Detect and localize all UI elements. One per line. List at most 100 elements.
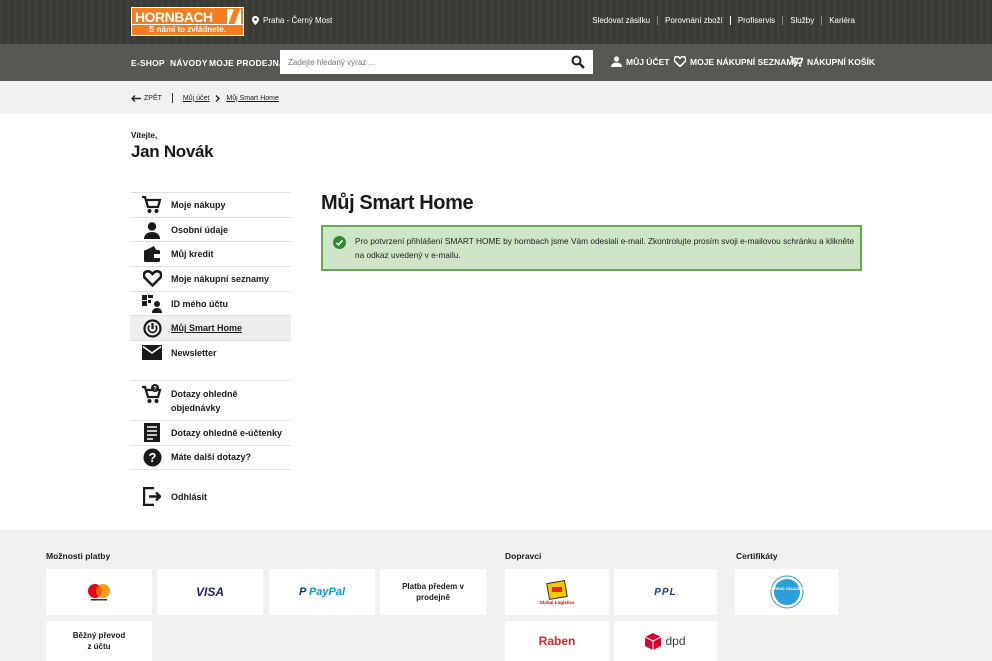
- services-link[interactable]: Služby: [782, 16, 821, 25]
- back-label: ZPĚT: [144, 94, 162, 102]
- top-bar: HORNBACH S námi to zvládnete. Praha - Če…: [0, 0, 992, 44]
- sidebar-item-label: Osobní údaje: [171, 224, 229, 235]
- account-sidebar: Moje nákupy Osobní údaje Můj kredit Moje…: [130, 192, 291, 509]
- gls-package-icon: [546, 579, 568, 600]
- sidebar-item-label: Můj kredit: [171, 249, 214, 260]
- payment-heading: Možnosti platby: [46, 551, 111, 561]
- paypal-logo: P PayPal: [298, 586, 346, 598]
- breadcrumb-item-account[interactable]: Můj účet: [183, 95, 209, 102]
- cart-label: NÁKUPNÍ KOŠÍK: [807, 56, 876, 67]
- verified-badge-icon: [770, 575, 803, 609]
- power-icon: [142, 319, 162, 338]
- nav-bar: E-SHOP NÁVODY MOJE PRODEJNA MŮJ ÚČET MOJ…: [0, 44, 992, 81]
- search-icon[interactable]: [571, 55, 585, 69]
- svg-text:?: ?: [153, 386, 157, 392]
- page-title: Můj Smart Home: [321, 192, 474, 214]
- logout-label: Odhlásit: [171, 491, 208, 502]
- sidebar-item-personal-data[interactable]: Osobní údaje: [130, 216, 291, 242]
- location-pin-icon: [252, 16, 259, 25]
- raben-logo: Raben: [538, 634, 576, 648]
- breadcrumb-divider: [171, 93, 173, 103]
- cart-link[interactable]: NÁKUPNÍ KOŠÍK: [790, 56, 875, 67]
- welcome-greeting: Vítejte,: [131, 131, 158, 140]
- store-selector[interactable]: Praha - Černý Most: [252, 16, 332, 25]
- dpd-logo: dpd: [665, 634, 686, 648]
- sidebar-item-label: Máte další dotazy?: [171, 452, 252, 463]
- sidebar-item-shopping-lists[interactable]: Moje nákupní seznamy: [130, 266, 291, 291]
- nav-my-store[interactable]: MOJE PRODEJNA: [209, 58, 285, 68]
- shopping-lists-label: MOJE NÁKUPNÍ SEZNAMY: [690, 56, 800, 67]
- svg-text:?: ?: [148, 450, 156, 465]
- sidebar-item-label: ID mého účtu: [171, 298, 229, 309]
- career-link[interactable]: Kariéra: [821, 16, 862, 25]
- transfer-text: Běžný převod z účtu: [72, 631, 126, 651]
- carrier-dpd: dpd: [614, 621, 717, 661]
- sidebar-divider: [130, 469, 291, 484]
- question-icon: ?: [142, 448, 162, 467]
- search-input[interactable]: [280, 50, 550, 74]
- user-name: Jan Novák: [131, 142, 214, 161]
- compare-link[interactable]: Porovnání zboží: [657, 16, 730, 25]
- sidebar-item-credit[interactable]: Můj kredit: [130, 241, 291, 266]
- cart-question-icon: ?: [142, 383, 162, 403]
- receipt-icon: [142, 423, 162, 443]
- sidebar-item-label: Moje nákupní seznamy: [171, 273, 270, 284]
- logo-slogan: S námi to zvládnete.: [132, 24, 243, 35]
- heart-icon: [674, 56, 686, 67]
- gls-text: Global Logistics: [539, 599, 575, 605]
- search-box: [280, 50, 593, 74]
- payment-visa: VISA: [157, 569, 263, 615]
- sidebar-item-smart-home[interactable]: Můj Smart Home: [130, 315, 291, 341]
- nav-guides[interactable]: NÁVODY: [170, 58, 208, 68]
- certificate-text: OVĚŘENO ZÁKAZNÍKY: [766, 587, 807, 591]
- logout-icon: [142, 487, 162, 507]
- sidebar-item-label: Newsletter: [171, 347, 217, 358]
- cart-icon: [142, 195, 162, 214]
- breadcrumb-bar: ZPĚT Můj účet Můj Smart Home: [0, 81, 992, 114]
- account-link[interactable]: MŮJ ÚČET: [611, 56, 669, 67]
- track-shipment-link[interactable]: Sledovat zásilku: [585, 16, 657, 25]
- certificate-verified-customers: OVĚŘENO ZÁKAZNÍKY: [735, 569, 838, 615]
- prepay-text: Platba předem v prodejně: [402, 582, 464, 602]
- certificates-heading: Certifikáty: [736, 551, 778, 561]
- payment-paypal: P PayPal: [269, 569, 375, 615]
- breadcrumb: ZPĚT Můj účet Můj Smart Home: [131, 93, 279, 103]
- payment-prepay: Platba předem v prodejně: [380, 569, 486, 615]
- carrier-ppl: PPL: [614, 569, 717, 615]
- account-label: MŮJ ÚČET: [626, 56, 670, 67]
- sidebar-item-label: Můj Smart Home: [171, 323, 243, 334]
- back-link[interactable]: ZPĚT: [131, 95, 162, 102]
- logo-text: HORNBACH: [135, 9, 213, 25]
- sidebar-item-newsletter[interactable]: Newsletter: [130, 340, 291, 365]
- profiservis-link[interactable]: Profiservis: [729, 16, 782, 25]
- logout-button[interactable]: Odhlásit: [130, 484, 291, 509]
- visa-logo: VISA: [195, 585, 224, 599]
- sidebar-item-account-id[interactable]: ID mého účtu: [130, 290, 291, 316]
- success-notice: Pro potvrzení přihlášení SMART HOME by h…: [321, 225, 862, 271]
- carrier-raben: Raben: [505, 621, 609, 661]
- sidebar-item-receipt-questions[interactable]: Dotazy ohledně e-účtenky: [130, 419, 291, 445]
- heart-icon: [142, 270, 162, 288]
- sidebar-item-order-questions[interactable]: ? Dotazy ohledně objednávky: [130, 379, 291, 420]
- payment-transfer: Běžný převod z účtu: [46, 621, 152, 661]
- breadcrumb-item-smart-home[interactable]: Můj Smart Home: [226, 95, 279, 102]
- sidebar-item-purchases[interactable]: Moje nákupy: [130, 192, 291, 217]
- chevron-right-icon: [215, 94, 221, 102]
- arrow-left-icon: [131, 94, 141, 102]
- envelope-icon: [142, 344, 162, 362]
- hornbach-logo[interactable]: HORNBACH S námi to zvládnete.: [131, 7, 244, 36]
- top-links: Sledovat zásilku Porovnání zboží Profise…: [585, 16, 862, 25]
- wallet-icon: [142, 245, 162, 263]
- sidebar-item-label: Dotazy ohledně e-účtenky: [171, 427, 283, 438]
- mastercard-icon: [88, 584, 110, 601]
- cart-icon: [790, 56, 803, 67]
- sidebar-item-label: Moje nákupy: [171, 199, 226, 210]
- nav-eshop[interactable]: E-SHOP: [131, 58, 165, 68]
- payment-mastercard: [46, 569, 152, 615]
- user-icon: [611, 56, 622, 67]
- store-name: Praha - Černý Most: [263, 16, 333, 25]
- sidebar-help-group: ? Dotazy ohledně objednávky Dotazy ohled…: [130, 379, 291, 509]
- dpd-cube-icon: [645, 632, 662, 650]
- sidebar-item-other-questions[interactable]: ? Máte další dotazy?: [130, 444, 291, 470]
- shopping-lists-link[interactable]: MOJE NÁKUPNÍ SEZNAMY: [674, 56, 799, 67]
